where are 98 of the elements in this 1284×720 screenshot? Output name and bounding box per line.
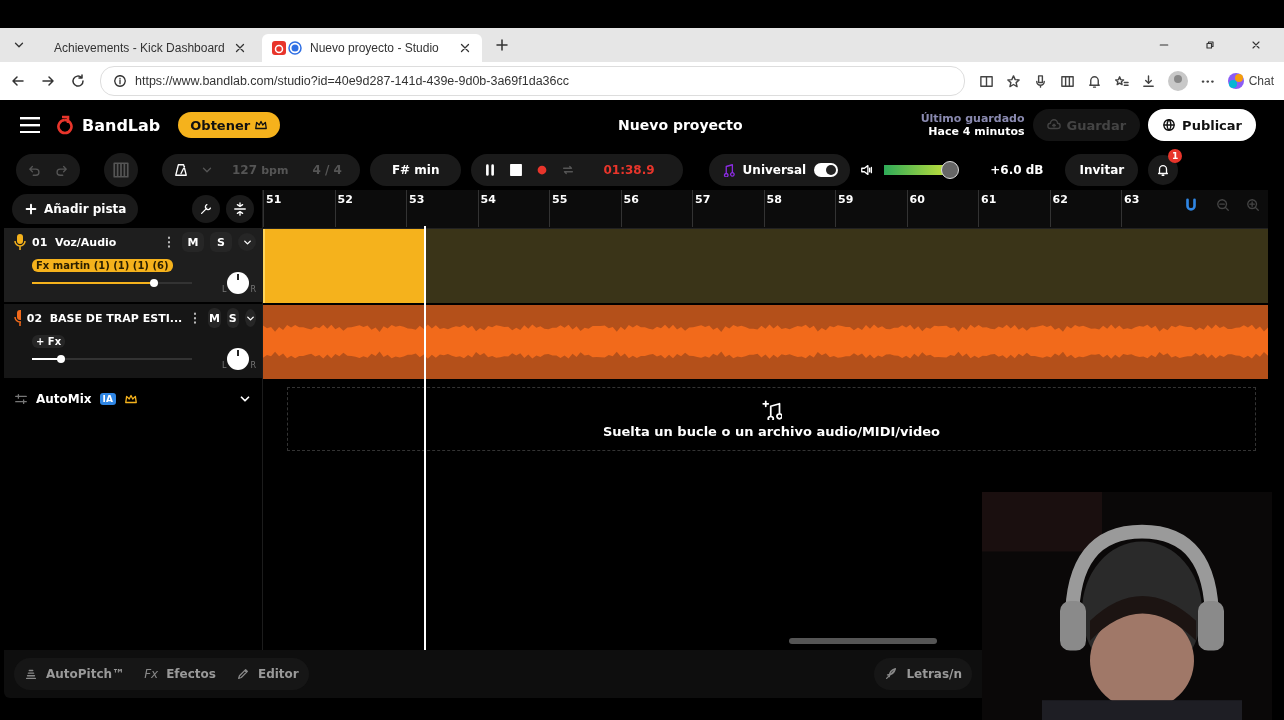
pan-left-label: L: [221, 361, 227, 370]
solo-button[interactable]: S: [226, 308, 239, 328]
bar-number: 53: [406, 190, 478, 227]
tool-icon: [199, 202, 213, 216]
key-button[interactable]: F# min: [369, 154, 462, 186]
close-icon[interactable]: [458, 41, 472, 55]
address-field[interactable]: https://www.bandlab.com/studio?id=40e9d287-141d-439e-9d0b-3a69f1da36cc: [100, 66, 965, 96]
pan-left-label: L: [221, 285, 227, 294]
universal-toggle[interactable]: [814, 163, 839, 177]
bar-number: 60: [906, 190, 978, 227]
add-track-button[interactable]: Añadir pista: [12, 194, 139, 224]
expand-button[interactable]: [238, 233, 256, 251]
favorites-icon[interactable]: [1113, 73, 1129, 89]
pencil-icon: [235, 667, 250, 681]
compress-button[interactable]: [226, 195, 254, 223]
feather-icon: [884, 667, 899, 681]
panel-tab[interactable]: AutoPitch™: [14, 667, 135, 681]
bar-number: 52: [334, 190, 406, 227]
bandlab-logo-icon: [56, 115, 74, 135]
bar-number: 57: [692, 190, 764, 227]
add-music-icon: [761, 399, 782, 420]
bar-number: 63: [1121, 190, 1165, 227]
speaker-icon[interactable]: [860, 163, 875, 177]
panel-tab[interactable]: Editor: [225, 667, 309, 681]
track-name: 01 Voz/Audio: [32, 235, 118, 249]
last-saved-time: Hace 4 minutos: [928, 125, 1025, 138]
time-display: 01:38.9: [602, 163, 656, 177]
obtain-button[interactable]: Obtener: [178, 112, 281, 138]
browser-tab[interactable]: Nuevo proyecto - Studio: [262, 34, 482, 62]
compress-icon: [233, 202, 247, 216]
chat-icon: [1226, 72, 1245, 90]
info-icon[interactable]: [113, 74, 127, 88]
bell-icon: [1156, 163, 1171, 177]
globe-icon: [1162, 118, 1177, 132]
logo-text: BandLab: [82, 115, 161, 135]
notification-count: 1: [1168, 149, 1183, 163]
reload-icon[interactable]: [70, 73, 86, 89]
effects-chip[interactable]: Fx martin (1) (1) (1) (6): [32, 259, 173, 272]
piano-button[interactable]: [104, 153, 138, 187]
piano-icon: [112, 161, 130, 179]
restore-icon[interactable]: [1204, 39, 1216, 51]
forward-icon[interactable]: [40, 73, 56, 89]
gain-readout: +6.0 dB: [989, 163, 1045, 177]
pan-knob[interactable]: [227, 348, 250, 370]
lyrics-button[interactable]: Letras/n: [874, 658, 972, 690]
mute-button[interactable]: M: [182, 232, 204, 252]
pan-right-label: R: [250, 361, 256, 370]
plus-icon: [24, 202, 38, 216]
stop-icon[interactable]: [509, 163, 524, 177]
favicon-icon: [272, 41, 302, 55]
mute-button[interactable]: M: [208, 308, 221, 328]
track-header[interactable]: 01 Voz/Audio M S Fx martin (1) (1) (1) (6) L R: [4, 228, 262, 304]
automix-label: AutoMix: [36, 392, 92, 406]
tool-button[interactable]: [192, 195, 220, 223]
avatar-icon[interactable]: [1167, 71, 1188, 91]
chat-button[interactable]: Chat: [1226, 72, 1274, 90]
star-icon[interactable]: [1005, 73, 1021, 89]
universal-label: Universal: [742, 163, 807, 177]
bar-number: 58: [763, 190, 835, 227]
ai-badge: IA: [99, 393, 116, 405]
crown-icon: [254, 118, 269, 132]
download-icon[interactable]: [1140, 73, 1156, 89]
back-icon[interactable]: [10, 73, 26, 89]
bar-number: 61: [978, 190, 1050, 227]
bar-number: 59: [835, 190, 907, 227]
metronome-icon[interactable]: [174, 163, 188, 177]
bell-icon[interactable]: [1086, 73, 1102, 89]
track-header[interactable]: 02 BASE DE TRAP ESTI... M S + Fx L R: [4, 304, 262, 380]
close-icon[interactable]: [1250, 39, 1262, 51]
audio-clip[interactable]: [263, 229, 425, 303]
bar-number: 51: [263, 190, 335, 227]
last-saved-label: Último guardado: [920, 112, 1025, 125]
bar-number: 62: [1049, 190, 1121, 227]
bar-number: 56: [620, 190, 692, 227]
magnet-icon[interactable]: [1184, 198, 1198, 212]
split-screen-icon[interactable]: [978, 73, 994, 89]
pan-right-label: R: [250, 285, 256, 294]
scrollbar[interactable]: [789, 638, 937, 644]
pan-knob[interactable]: [227, 272, 250, 294]
sliders-icon: [14, 392, 28, 406]
drop-zone-text: Suelta un bucle o un archivo audio/MIDI/video: [602, 423, 941, 439]
bar-number: 55: [549, 190, 621, 227]
publish-button[interactable]: Publicar: [1148, 109, 1256, 141]
cloud-upload-icon: [1046, 118, 1061, 132]
pitch-icon: [24, 667, 38, 681]
solo-button[interactable]: S: [210, 232, 232, 252]
track-name: 02 BASE DE TRAP ESTI...: [26, 311, 183, 325]
new-tab-icon[interactable]: [494, 37, 510, 53]
invite-button[interactable]: Invitar: [1065, 154, 1139, 186]
panel-tab[interactable]: Fx Efectos: [134, 667, 226, 681]
bar-number: 54: [477, 190, 549, 227]
browser-tab[interactable]: Achievements - Kick Dashboard: [36, 34, 256, 62]
menu-icon[interactable]: [20, 117, 40, 133]
effects-chip[interactable]: + Fx: [32, 335, 66, 348]
project-title: Nuevo proyecto: [617, 117, 744, 133]
expand-button[interactable]: [245, 309, 256, 327]
crown-icon: [123, 392, 138, 406]
reader-icon[interactable]: [1059, 73, 1075, 89]
